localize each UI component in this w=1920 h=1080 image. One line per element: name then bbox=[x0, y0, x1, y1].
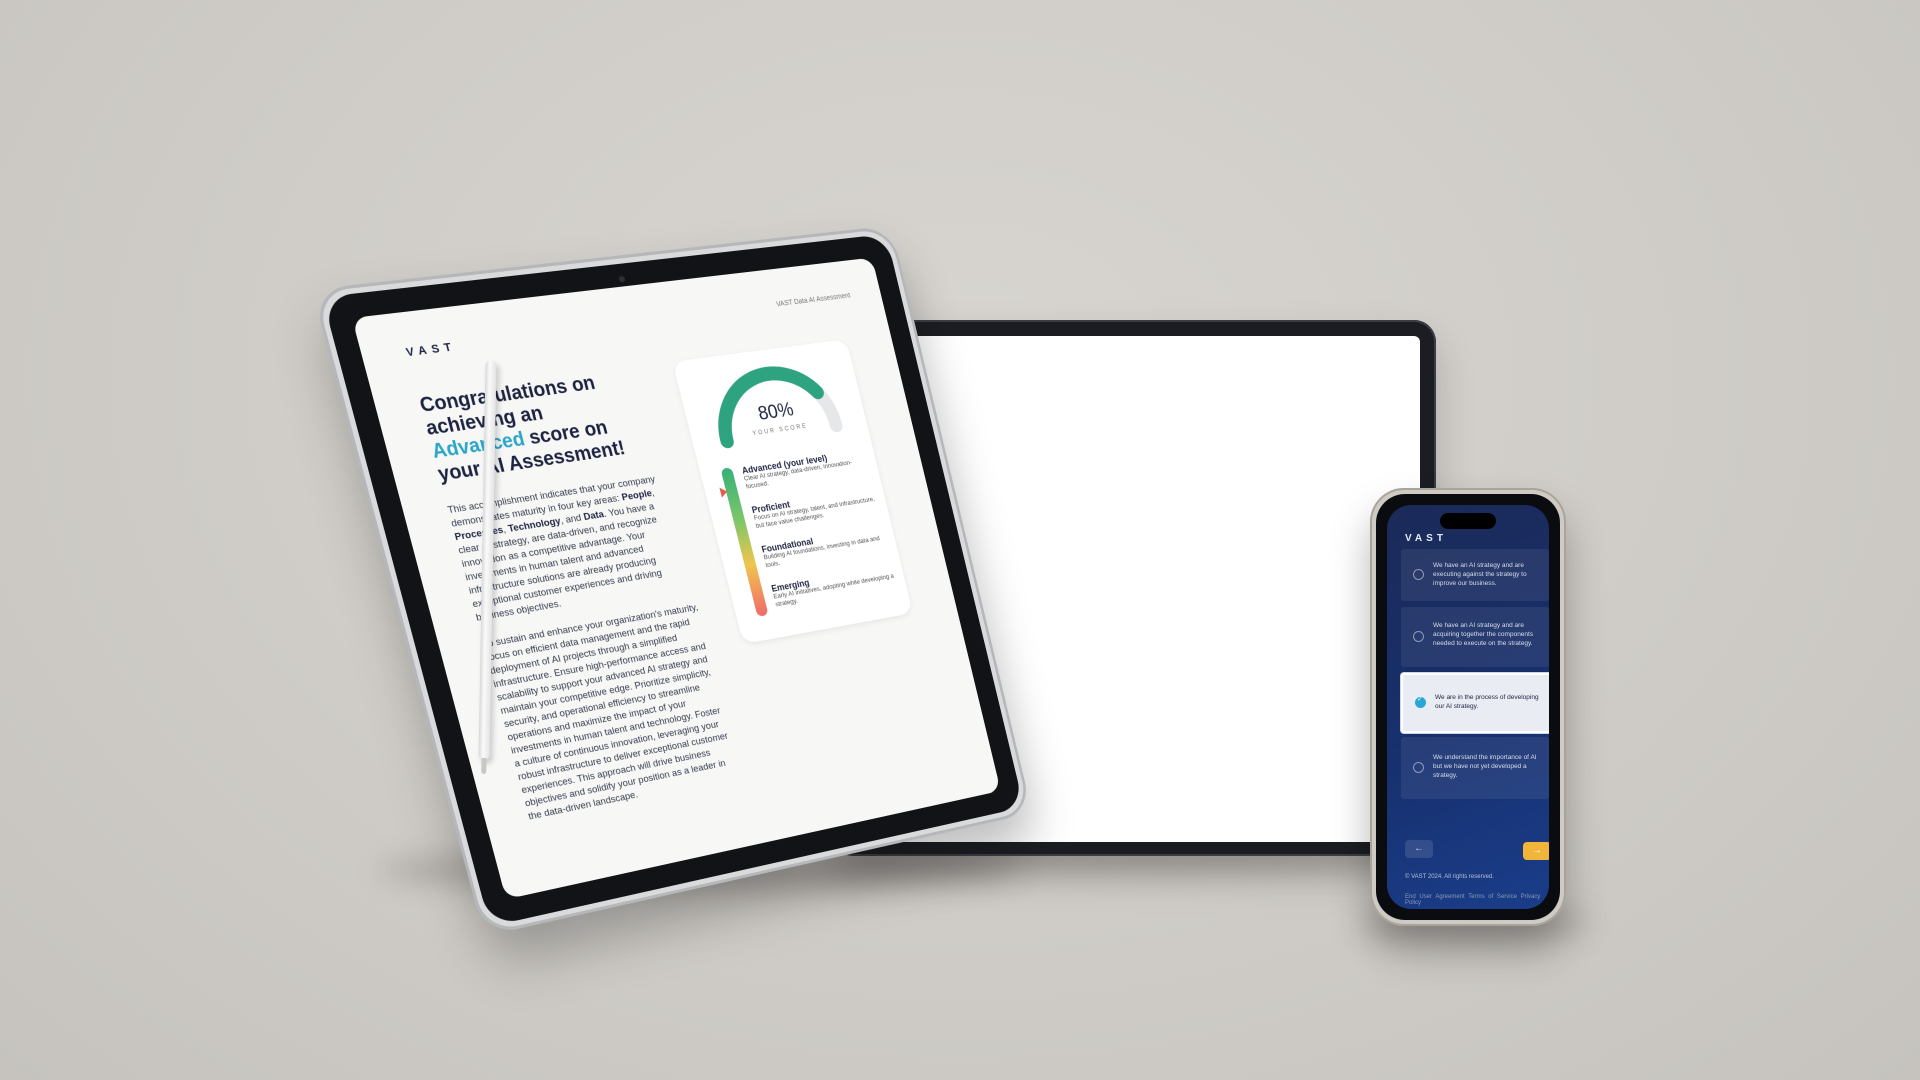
answer-option-text: We are in the process of developing our … bbox=[1435, 693, 1543, 711]
phone-bezel: VAST We have an AI strategy and are exec… bbox=[1376, 494, 1560, 920]
answer-option-4[interactable]: We understand the importance of AI but w… bbox=[1401, 737, 1549, 799]
back-button[interactable]: ← bbox=[1405, 840, 1433, 858]
radio-checked-icon[interactable] bbox=[1415, 697, 1426, 708]
answer-option-text: We have an AI strategy and are acquiring… bbox=[1433, 621, 1541, 648]
answer-option-text: We have an AI strategy and are executing… bbox=[1433, 561, 1541, 588]
report-title: Congratulations on achieving an Advanced… bbox=[418, 369, 640, 487]
brand-logo: VAST bbox=[405, 341, 458, 360]
tablet-screen: VAST VAST Data AI Assessment Congratulat… bbox=[352, 258, 1001, 900]
phone-device: VAST We have an AI strategy and are exec… bbox=[1370, 488, 1566, 926]
report-header-label: VAST Data AI Assessment bbox=[776, 292, 852, 308]
answer-option-text: We understand the importance of AI but w… bbox=[1433, 753, 1541, 780]
score-card: 80% YOUR SCORE Advanced (your level) Cle… bbox=[672, 339, 913, 644]
level-proficient: Proficient Focus on AI strategy, talent,… bbox=[751, 485, 883, 531]
level-gradient-bar bbox=[721, 467, 769, 617]
answer-option-3-selected[interactable]: We are in the process of developing our … bbox=[1401, 673, 1549, 733]
answer-option-2[interactable]: We have an AI strategy and are acquiring… bbox=[1401, 607, 1549, 667]
footer-links: End User Agreement Terms of Service Priv… bbox=[1405, 894, 1549, 906]
arrow-right-icon: → bbox=[1532, 845, 1542, 856]
phone-brand-logo: VAST bbox=[1405, 533, 1447, 544]
arrow-left-icon: ← bbox=[1414, 843, 1424, 854]
level-emerging: Emerging Early AI initiatives, adopting … bbox=[770, 562, 901, 609]
copyright-text: © VAST 2024. All rights reserved. bbox=[1405, 874, 1494, 880]
radio-icon[interactable] bbox=[1413, 631, 1424, 642]
level-foundational: Foundational Building AI foundations, in… bbox=[761, 524, 892, 570]
camera-icon bbox=[618, 276, 625, 283]
footer-link-terms[interactable]: Terms of Service bbox=[1468, 894, 1517, 900]
answer-option-1[interactable]: We have an AI strategy and are executing… bbox=[1401, 549, 1549, 601]
p1-data: Data bbox=[582, 509, 605, 523]
radio-icon[interactable] bbox=[1413, 569, 1424, 580]
level-advanced: Advanced (your level) Clear AI strategy,… bbox=[741, 447, 873, 492]
next-button[interactable]: → bbox=[1523, 842, 1549, 860]
phone-screen: VAST We have an AI strategy and are exec… bbox=[1387, 505, 1549, 909]
dynamic-island bbox=[1440, 513, 1496, 529]
radio-icon[interactable] bbox=[1413, 762, 1424, 773]
p1-sep3: , and bbox=[559, 512, 585, 527]
body-paragraph-2: To sustain and enhance your organization… bbox=[482, 600, 745, 823]
